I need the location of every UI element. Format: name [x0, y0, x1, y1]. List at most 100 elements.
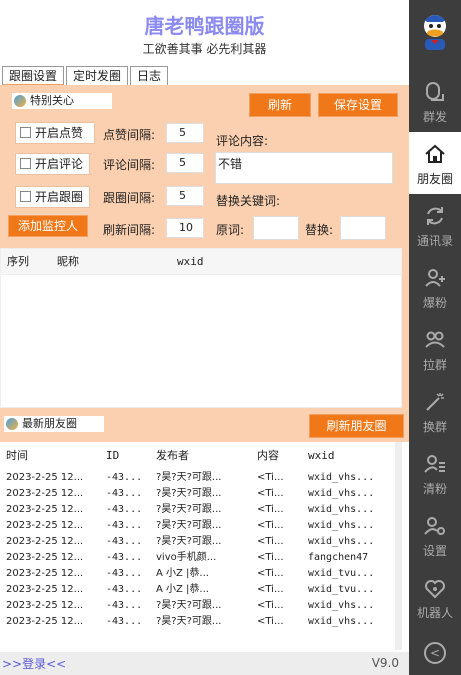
col-publisher: 发布者: [156, 449, 189, 462]
tab-scheduled-post[interactable]: 定时发圈: [66, 66, 129, 86]
like-interval-input[interactable]: 5: [166, 123, 204, 143]
sync-icon: [427, 207, 443, 225]
nav-item-user-gear[interactable]: 设置: [409, 504, 461, 566]
original-word-label: 原词:: [216, 223, 245, 237]
login-link[interactable]: >>登录<<: [2, 655, 66, 672]
nav-label: 爆粉: [422, 296, 447, 310]
table-row[interactable]: 2023-2-25 12... -43... ?昊?天?可跟... <Ti... wxi…: [0, 614, 400, 630]
col-wxid: wxid: [308, 449, 335, 462]
col-content: 内容: [257, 449, 279, 462]
refresh-interval-label: 刷新间隔:: [103, 223, 156, 237]
nav-item-magic[interactable]: 换群: [409, 380, 461, 442]
cell-wxid: wxid_tvu...: [308, 584, 375, 595]
nav-item-home[interactable]: 朋友圈: [409, 132, 461, 194]
cell-wxid: wxid_vhs...: [308, 472, 375, 483]
cell-id: -43...: [106, 536, 143, 547]
table-row[interactable]: 2023-2-25 12... -43... ?昊?天?可跟... <Ti... wxi…: [0, 598, 400, 614]
nav-item-sync[interactable]: 通讯录: [409, 194, 461, 256]
original-word-input[interactable]: [253, 216, 299, 240]
user-gear-icon: [424, 517, 445, 535]
magic-icon: [426, 393, 444, 411]
app-window: 唐老鸭跟圈版 工欲善其事 必先利其器 跟圈设置 定时发圈 日志 特别关心 刷新 …: [0, 0, 461, 675]
cell-wxid: wxid_tvu...: [308, 568, 375, 579]
home-icon: [425, 144, 445, 163]
cell-content: <Ti...: [257, 552, 284, 563]
checkbox-box: [20, 158, 31, 169]
cell-wxid: wxid_vhs...: [308, 600, 375, 611]
nav-item-user-list[interactable]: 清粉: [409, 442, 461, 504]
refresh-button[interactable]: 刷新: [249, 93, 311, 117]
main-panel: 唐老鸭跟圈版 工欲善其事 必先利其器 跟圈设置 定时发圈 日志 特别关心 刷新 …: [0, 0, 409, 675]
cell-publisher: ?昊?天?可跟...: [156, 600, 222, 611]
replace-keyword-label: 替换关键词:: [216, 194, 281, 208]
tab-follow-settings[interactable]: 跟圈设置: [2, 66, 65, 86]
comment-interval-input[interactable]: 5: [166, 153, 204, 173]
cell-id: -43...: [106, 472, 143, 483]
follow-interval-input[interactable]: 5: [166, 186, 204, 206]
table-row[interactable]: 2023-2-25 12... -43... ?昊?天?可跟... <Ti... wxi…: [0, 502, 400, 518]
app-subtitle: 工欲善其事 必先利其器: [142, 42, 267, 56]
table-row[interactable]: 2023-2-25 12... -43... A 小Z |恭... <Ti... wxi…: [0, 566, 400, 582]
mass-send-icon: [426, 82, 444, 101]
table-row[interactable]: 2023-2-25 12... -43... A 小Z |恭... <Ti... wxi…: [0, 582, 400, 598]
nav-item-robot[interactable]: 机器人: [409, 566, 461, 628]
moments-list: 时间 ID 发布者 内容 wxid 2023-2-25 12... -43...?…: [0, 442, 402, 650]
nav-label: 机器人: [416, 606, 453, 620]
donald-duck-logo: [419, 12, 451, 52]
cell-id: -43...: [106, 584, 143, 595]
table-row[interactable]: 2023-2-25 12... -43... ?昊?天?可跟... <Ti... wxi…: [0, 486, 400, 502]
cell-time: 2023-2-25 12...: [6, 536, 84, 547]
checkbox-box: [20, 127, 31, 138]
cell-publisher: ?昊?天?可跟...: [156, 616, 222, 627]
moments-scrollbar[interactable]: [395, 442, 402, 650]
refresh-moments-button[interactable]: 刷新朋友圈: [309, 414, 404, 438]
tab-log[interactable]: 日志: [130, 66, 169, 86]
nav-item-group[interactable]: 拉群: [409, 318, 461, 380]
special-legend-label: 特别关心: [30, 94, 74, 107]
save-settings-button[interactable]: 保存设置: [318, 93, 398, 117]
cell-id: -43...: [106, 616, 143, 627]
cell-wxid: wxid_vhs...: [308, 520, 375, 531]
comment-content-input[interactable]: 不错: [215, 152, 393, 184]
user-list-icon: [424, 455, 445, 473]
enable-follow-checkbox[interactable]: 开启跟圈: [15, 186, 90, 208]
special-legend: 特别关心: [12, 93, 112, 109]
follow-interval-label: 跟圈间隔:: [103, 191, 156, 205]
cell-id: -43...: [106, 504, 143, 515]
add-monitor-button[interactable]: 添加监控人: [8, 215, 88, 237]
comment-interval-label: 评论间隔:: [103, 158, 156, 172]
moments-header: 时间 ID 发布者 内容 wxid: [0, 448, 400, 464]
replace-with-input[interactable]: [340, 216, 386, 240]
moments-section: 最新朋友圈 刷新朋友圈: [0, 410, 409, 442]
nav-item-mass-send[interactable]: 群发: [409, 70, 461, 132]
cell-content: <Ti...: [257, 616, 284, 627]
table-row[interactable]: 2023-2-25 12... -43... ?昊?天?可跟... <Ti... wxi…: [0, 534, 400, 550]
tab-bar: 跟圈设置 定时发圈 日志: [2, 66, 170, 86]
side-nav: 群发朋友圈 通讯录爆粉拉群换群清粉设置机器人 <: [409, 0, 461, 675]
footer: >>登录<< V9.0: [0, 652, 409, 675]
enable-comment-checkbox[interactable]: 开启评论: [15, 153, 90, 175]
cell-time: 2023-2-25 12...: [6, 616, 84, 627]
globe-icon: [6, 418, 18, 430]
nav-item-add-user[interactable]: 爆粉: [409, 256, 461, 318]
cell-time: 2023-2-25 12...: [6, 552, 84, 563]
table-row[interactable]: 2023-2-25 12... -43... ?昊?天?可跟... <Ti... wxi…: [0, 470, 400, 486]
nav-label: 群发: [422, 110, 447, 124]
nav-label: 清粉: [422, 482, 447, 496]
cell-time: 2023-2-25 12...: [6, 504, 84, 515]
collapse-icon[interactable]: <: [424, 642, 446, 664]
version-label: V9.0: [371, 656, 399, 670]
refresh-interval-input[interactable]: 10: [166, 218, 204, 238]
table-row[interactable]: 2023-2-25 12... -43... ?昊?天?可跟... <Ti... wxi…: [0, 518, 400, 534]
cell-time: 2023-2-25 12...: [6, 584, 84, 595]
enable-like-checkbox[interactable]: 开启点赞: [15, 122, 95, 144]
cell-publisher: ?昊?天?可跟...: [156, 536, 222, 547]
moments-legend-label: 最新朋友圈: [22, 417, 77, 430]
table-row[interactable]: 2023-2-25 12... -43... vivo手机颜... <Ti... fan…: [0, 550, 400, 566]
cell-content: <Ti...: [257, 536, 284, 547]
cell-id: -43...: [106, 600, 143, 611]
replace-with-label: 替换:: [305, 223, 334, 237]
nav-label: 拉群: [422, 358, 447, 372]
nav-label: 设置: [422, 544, 447, 558]
checkbox-box: [20, 191, 31, 202]
